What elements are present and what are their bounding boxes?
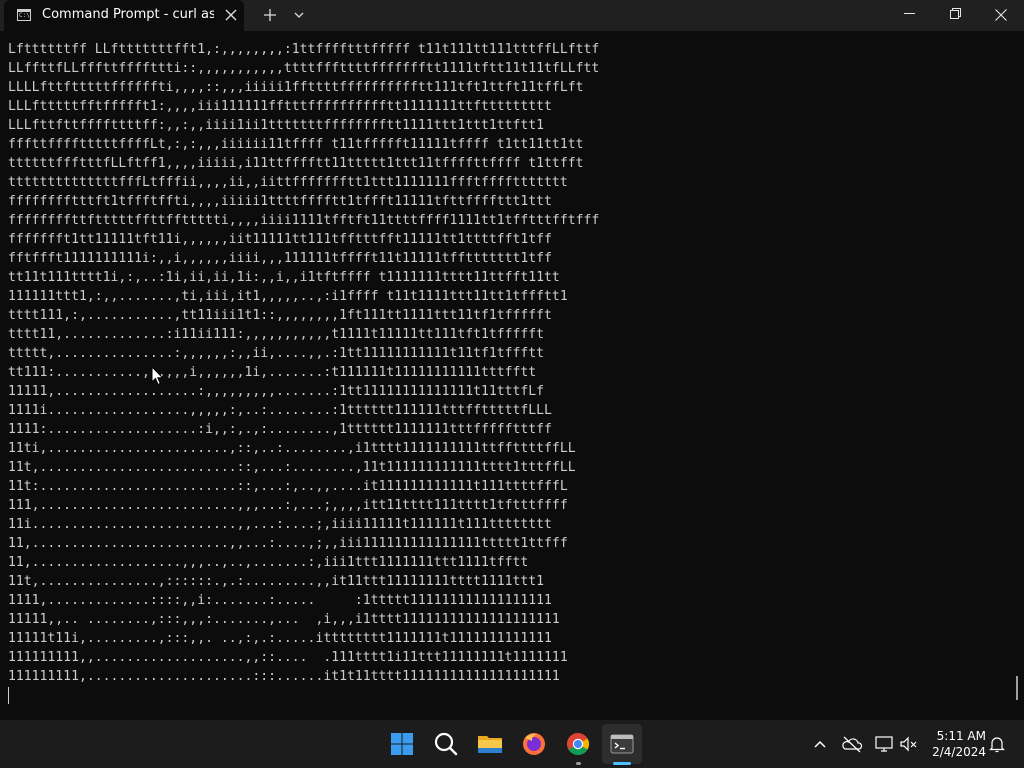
- chrome-icon: [567, 733, 589, 755]
- chrome-running-indicator: [576, 762, 581, 765]
- notification-bell-icon[interactable]: [985, 732, 1009, 756]
- output-line: 1111i..................,,,,,:,..:.......…: [8, 403, 552, 418]
- output-line: LLLftttttfftffffft1:,,,,iii111111fftttff…: [8, 99, 552, 114]
- firefox-button[interactable]: [514, 724, 554, 764]
- output-line: ttttttffftttfLLftff1,,,,iiiii,i11ttfffft…: [8, 156, 584, 171]
- command-prompt-icon: C:\: [17, 9, 31, 21]
- mouse-pointer-icon: [151, 366, 164, 386]
- output-line: ffffffffttftttttffttffttttti,,,,iiii1111…: [8, 213, 600, 228]
- chevron-down-icon: [294, 12, 304, 18]
- output-line: 1111:...................:i,,:,.,:.......…: [8, 422, 552, 437]
- terminal-button[interactable]: [602, 724, 642, 764]
- tab-command-prompt[interactable]: C:\ Command Prompt - curl ascii: [4, 0, 244, 31]
- start-button[interactable]: [382, 724, 422, 764]
- output-line: fffttfffftttttffffLt,:,:,,,iiiiii11tffff…: [8, 137, 584, 152]
- terminal-icon: [610, 734, 634, 754]
- output-line: ffffffft1tt11111tft11i,,,,,,iit11111tt11…: [8, 232, 552, 247]
- title-bar: C:\ Command Prompt - curl ascii: [0, 0, 1024, 31]
- output-line: LLLLfttftttttffffffti,,,,::,,,iiiii1fftt…: [8, 80, 584, 95]
- output-line: 111111ttt1,:,,.......,ti,iii,it1,,,,,..,…: [8, 289, 568, 304]
- output-line: 11,.........................,,...:....,;…: [8, 536, 568, 551]
- output-line: 11111,,.. ........,:::,,,:.......,... ,i…: [8, 612, 560, 627]
- output-line: 11111t11i,.........,:::,,. ..,:,.:.....i…: [8, 631, 552, 646]
- volume-muted-icon[interactable]: [897, 732, 921, 756]
- search-button[interactable]: [426, 724, 466, 764]
- output-line: tttt111,:,...........,tt11iii1t1::,,,,,,…: [8, 308, 552, 323]
- taskbar: 5:11 AM 2/4/2024: [0, 720, 1024, 768]
- output-line: ttttttttttttttfffLtfffii,,,,ii,,iittffff…: [8, 175, 568, 190]
- output-line: fftffft1111111111i:,,i,,,,,,iiii,,,11111…: [8, 251, 552, 266]
- close-window-button[interactable]: [978, 0, 1024, 31]
- search-icon: [434, 732, 458, 756]
- chrome-button[interactable]: [558, 724, 598, 764]
- output-line: fffffffftttft1tffftffti,,,,iiiii1ttttfff…: [8, 194, 552, 209]
- output-line: 111111111,,...................,,::.... .…: [8, 650, 568, 665]
- folder-icon: [478, 736, 502, 753]
- terminal-scrollbar[interactable]: [1016, 676, 1018, 700]
- output-line: 11t,...............,::::::.,.:.........,…: [8, 574, 545, 589]
- text-caret: [8, 687, 9, 704]
- output-line: ttttt,...............:,,,,,,:,,ii,....,,…: [8, 346, 545, 361]
- chevron-up-icon[interactable]: [808, 732, 832, 756]
- terminal-active-indicator: [613, 762, 631, 765]
- file-explorer-button[interactable]: [470, 724, 510, 764]
- firefox-icon: [523, 733, 545, 755]
- output-line: tt11t111tttt1i,:,..:1i,ii,ii,1i:,,i,,i1t…: [8, 270, 560, 285]
- minimize-icon: [903, 13, 915, 14]
- new-tab-button[interactable]: [258, 3, 282, 27]
- restore-button[interactable]: [932, 0, 978, 31]
- output-line: 1111,.............::::,,i:.......:..... …: [8, 593, 552, 608]
- output-line: tttt11,.............:i11ii111:,,,,,,,,,,…: [8, 327, 545, 342]
- clock-date: 2/4/2024: [932, 745, 986, 759]
- output-line: 11ti,.......................,::,..:.....…: [8, 441, 576, 456]
- tab-title: Command Prompt - curl ascii: [42, 7, 214, 22]
- network-icon[interactable]: [872, 732, 896, 756]
- output-line: 11t,.........................::,...:....…: [8, 460, 576, 475]
- onedrive-icon[interactable]: [840, 732, 864, 756]
- close-tab-button[interactable]: [220, 4, 242, 26]
- close-icon: [225, 9, 237, 21]
- plus-icon: [264, 9, 276, 21]
- clock-time: 5:11 AM: [936, 729, 986, 743]
- output-line: 111,.........................,,,...:,...…: [8, 498, 568, 513]
- system-clock[interactable]: 5:11 AM 2/4/2024: [922, 728, 986, 760]
- output-line: 11i..........................,,...:....;…: [8, 517, 552, 532]
- windows-logo-icon: [391, 733, 413, 755]
- output-line: 11,...................,,,..,..,.......:,…: [8, 555, 529, 570]
- output-line: LLffttfLLfffttffffttti::,,,,,,,,,,,ttttf…: [8, 61, 600, 76]
- restore-icon: [949, 8, 961, 19]
- minimize-button[interactable]: [886, 0, 932, 31]
- tab-dropdown-button[interactable]: [288, 3, 310, 27]
- output-line: LLLfttfttffffttttff:,,:,,iiii1ii1ttttttt…: [8, 118, 545, 133]
- output-line: Lfttttttff LLftttttttfft1,:,,,,,,,,:1ttf…: [8, 42, 600, 57]
- output-line: 111111111,.....................:::......…: [8, 669, 560, 684]
- close-icon: [995, 9, 1007, 21]
- output-line: 11t:.........................::,...:,..,…: [8, 479, 568, 494]
- terminal-window: C:\ Command Prompt - curl ascii Lftttttt…: [0, 0, 1024, 720]
